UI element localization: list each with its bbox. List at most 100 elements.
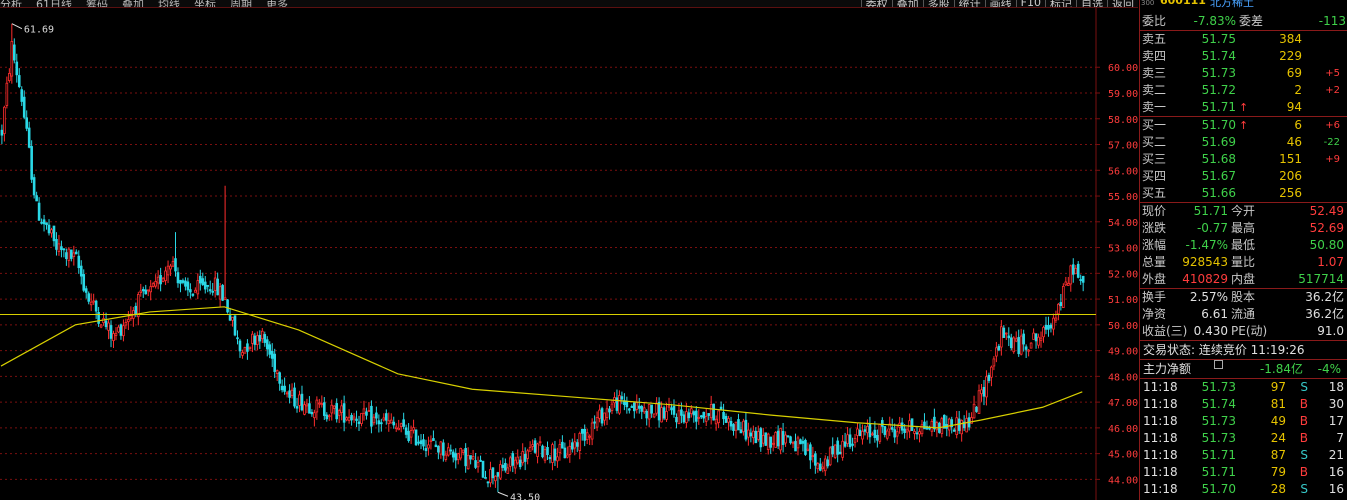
tick-side: B [1299, 397, 1308, 411]
toolbar-item[interactable]: 61日线 [36, 0, 72, 7]
stock-header: 300 600111 北方稀土 [1140, 0, 1347, 12]
tick-volume: 49 [1270, 414, 1286, 428]
candle-body [456, 453, 460, 461]
ask-book: 卖五 51.75 384 卖四 51.74 229 卖三 51.73 69 +5 卖二 51.72 2 +… [1140, 31, 1347, 117]
toolbar-button[interactable]: 多股 [922, 0, 954, 7]
candle-body [833, 444, 837, 458]
candle-body [682, 414, 686, 423]
candle-body [278, 372, 281, 384]
level-label: 卖五 [1142, 32, 1167, 46]
candle-body [424, 448, 428, 452]
candle-body [878, 424, 882, 442]
candle-body [432, 438, 435, 441]
candle-body [972, 403, 976, 419]
tick-time: 11:18 [1143, 414, 1178, 428]
candle-body [1076, 263, 1080, 278]
candle-body [77, 255, 81, 269]
candle-body [32, 177, 36, 196]
candle-body [893, 429, 896, 438]
level-volume: 94 [1286, 100, 1302, 114]
ask-row: 卖二 51.72 2 +2 [1140, 82, 1347, 99]
candle-body [593, 421, 596, 424]
candle-body [330, 404, 334, 414]
candle-body [568, 445, 572, 455]
candle-body [270, 350, 274, 359]
up-arrow-icon: ↑ [1239, 101, 1249, 114]
level-price: 51.71 [1201, 100, 1236, 114]
candle-body [761, 434, 765, 444]
toolbar-item[interactable]: 叠加 [122, 0, 144, 7]
quote-label: 内盘 [1231, 272, 1256, 286]
stat-row: 净资 6.61 流通 36.2亿 [1140, 306, 1347, 323]
quote-label: 最高 [1231, 221, 1256, 235]
candle-body [35, 195, 38, 202]
toolbar-button[interactable]: 委权 [860, 0, 892, 7]
toolbar-button[interactable]: 叠加 [891, 0, 923, 7]
candle-body [10, 41, 14, 77]
tick-time: 11:18 [1143, 397, 1178, 411]
quote-value: 928543 [1182, 255, 1228, 269]
candle-body [739, 429, 743, 434]
candle-body [357, 421, 361, 424]
candle-body [236, 337, 239, 340]
candle-body [873, 429, 877, 438]
candle-body [164, 270, 167, 281]
toolbar-item[interactable]: 更多 [266, 0, 288, 7]
tick-time: 11:18 [1143, 431, 1178, 445]
stat-row: 换手 2.57% 股本 36.2亿 [1140, 289, 1347, 306]
y-tick-label: 60.00 [1108, 63, 1138, 74]
candle-body [781, 431, 785, 445]
candle-body [799, 439, 802, 445]
candle-body [759, 428, 763, 448]
toolbar-button[interactable]: F10 [1015, 0, 1045, 7]
toolbar-button[interactable]: 返回 [1107, 0, 1138, 7]
toolbar-button[interactable]: 统计 [953, 0, 985, 7]
tick-price: 51.74 [1201, 397, 1236, 411]
candle-body [337, 410, 341, 416]
candle-body [325, 414, 329, 420]
tick-list[interactable]: 11:18 51.73 97 S 18 11:18 51.74 81 B 30 11:18 51.73… [1140, 379, 1347, 500]
toolbar-item[interactable]: 分析 [0, 0, 22, 7]
stat-label: 股本 [1231, 290, 1256, 304]
candle-body [645, 410, 648, 419]
bid-book: 买一 51.70 ↑ 6 +6 买二 51.69 46 -22 买三 51.68 151 +9 买四 51.… [1140, 117, 1347, 203]
candle-body [397, 427, 400, 431]
toolbar-button[interactable]: 自选 [1076, 0, 1107, 7]
level-change [1302, 48, 1340, 65]
candle-body [62, 248, 66, 251]
candle-body [243, 347, 247, 354]
up-arrow-icon [1236, 151, 1252, 168]
toolbar-button[interactable]: 画线 [984, 0, 1016, 7]
candle-body [826, 459, 830, 467]
candle-body [380, 422, 383, 425]
toolbar-left-menu: 分析 61日线 筹码 叠加 均线 坐标 周期 更多 [0, 0, 288, 7]
candle-body [947, 418, 951, 431]
quote-label: 涨幅 [1142, 238, 1167, 252]
toolbar-item[interactable]: 均线 [158, 0, 180, 7]
candle-body [915, 432, 919, 435]
candle-body [910, 418, 914, 431]
main-net-row[interactable]: 主力净额 -1.84亿 -4% [1140, 360, 1347, 379]
candle-body [1034, 333, 1038, 342]
toolbar-item[interactable]: 周期 [230, 0, 252, 7]
candle-body [251, 333, 254, 344]
candle-body [94, 300, 98, 312]
toolbar-item[interactable]: 坐标 [194, 0, 216, 7]
level-volume: 256 [1279, 186, 1302, 200]
candle-body [595, 417, 599, 428]
candle-body [303, 404, 306, 415]
candle-body [900, 422, 904, 431]
candle-body [1049, 324, 1053, 329]
candle-body [598, 409, 601, 419]
candle-body [935, 422, 939, 431]
candle-body [737, 419, 740, 431]
candle-body [360, 412, 363, 424]
kline-chart[interactable]: 60.00 59.00 58.00 57.00 56.00 55.00 54.00 53.00… [0, 8, 1138, 500]
toolbar-item[interactable]: 筹码 [86, 0, 108, 7]
main-net-pct: -4% [1317, 362, 1341, 376]
candle-body [84, 288, 88, 293]
toolbar-button[interactable]: 标记 [1045, 0, 1076, 7]
candle-body [823, 458, 827, 472]
candle-body [952, 429, 956, 432]
candle-body [429, 439, 433, 442]
